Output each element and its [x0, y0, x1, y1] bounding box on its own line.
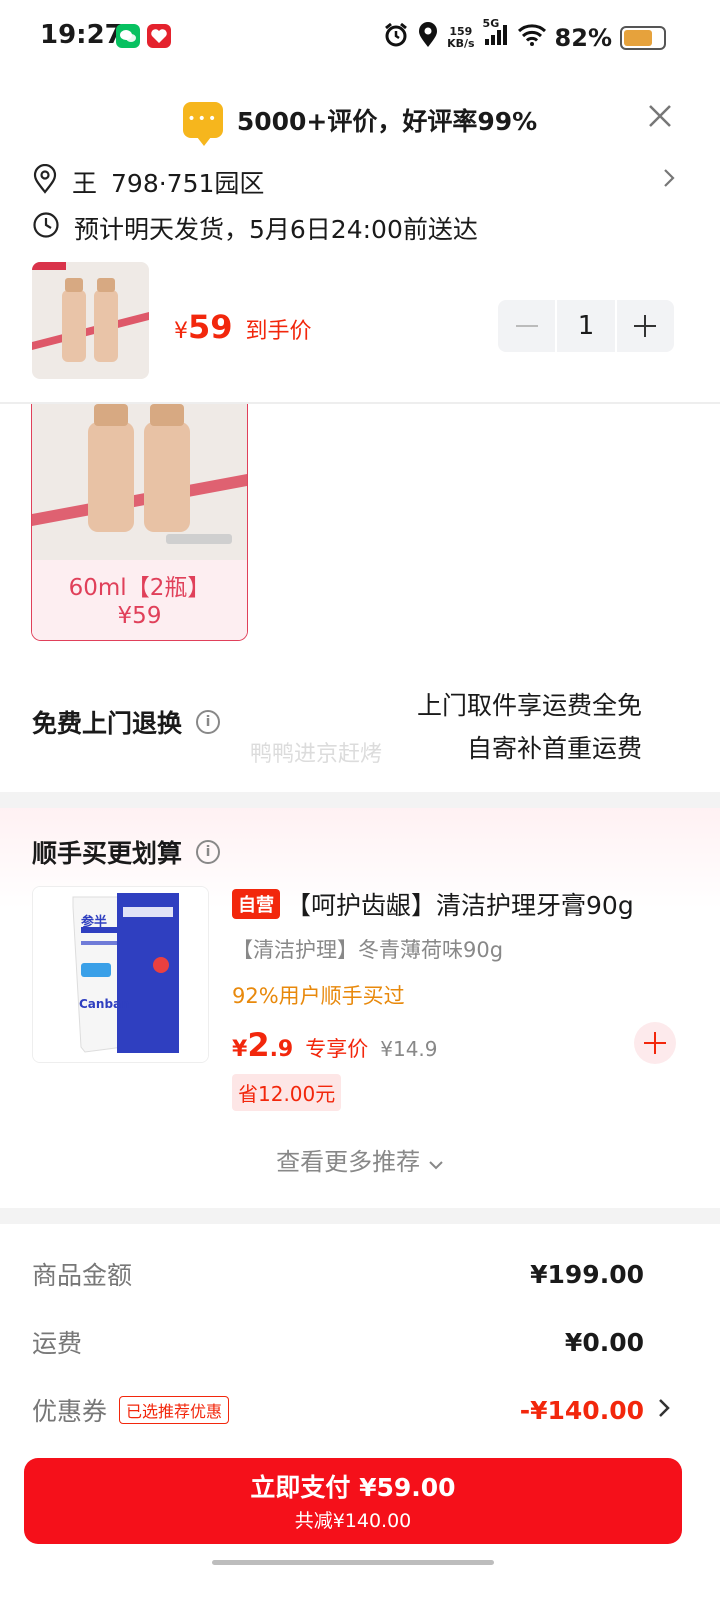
status-bar: 19:27 159 KB/s 5G 82% — [0, 0, 720, 74]
battery-percent: 82% — [554, 24, 612, 52]
recommendation-title: 顺手买更划算 i — [32, 834, 221, 870]
signal-icon: 5G — [483, 17, 509, 53]
goods-amount-value: ¥199.00 — [530, 1259, 644, 1289]
total-saved-label: 共减¥140.00 — [294, 1510, 412, 1532]
minus-icon — [515, 325, 538, 327]
pay-now-label: 立即支付 ¥59.00 — [250, 1473, 456, 1502]
freight-value: ¥0.00 — [564, 1327, 644, 1357]
goods-amount-label: 商品金额 — [32, 1261, 133, 1290]
quantity-stepper[interactable]: 1 — [498, 300, 674, 352]
return-service-line1: 上门取件享运费全免 — [416, 691, 642, 720]
recommended-buy-rate: 92%用户顺手买过 — [232, 984, 405, 1008]
section-gap — [0, 1208, 720, 1224]
product-price: ¥59 到手价 — [174, 308, 312, 346]
section-gap — [0, 792, 720, 808]
recommended-price-row: ¥2.9 专享价 ¥14.9 — [232, 1026, 438, 1064]
add-recommended-button[interactable] — [634, 1022, 676, 1064]
goods-amount-row: 商品金额 ¥199.00 — [32, 1256, 644, 1292]
variant-image — [32, 404, 247, 560]
recommended-product-spec: 【清洁护理】冬青薄荷味90g — [232, 938, 504, 962]
freight-label: 运费 — [32, 1329, 83, 1358]
brand-en: Canban — [79, 997, 130, 1011]
more-recommendations-label: 查看更多推荐 — [276, 1148, 421, 1176]
savings-badge: 省12.00元 — [232, 1074, 342, 1111]
coupon-label-group: 优惠券 已选推荐优惠 — [32, 1392, 230, 1428]
net-speed: 159 KB/s — [447, 25, 475, 50]
increase-quantity-button[interactable] — [614, 300, 674, 352]
info-icon[interactable]: i — [196, 710, 221, 734]
recommended-product-title[interactable]: 自营 【呵护齿龈】清洁护理牙膏90g — [232, 886, 634, 922]
coupon-chevron-right-icon[interactable] — [658, 1396, 670, 1424]
address-text: 798·751园区 — [111, 169, 265, 198]
variant-price: ¥59 — [117, 603, 162, 629]
chat-bubble-icon: ••• — [182, 102, 223, 146]
decrease-quantity-button[interactable] — [498, 300, 558, 352]
recipient-name: 王 — [72, 169, 98, 198]
recommended-price: ¥2.9 — [232, 1026, 294, 1064]
shipping-row: 预计明天发货，5月6日24:00前送达 — [32, 208, 692, 248]
coupon-recommended-tag: 已选推荐优惠 — [119, 1396, 230, 1424]
recommended-product-image[interactable]: 参半 Canban — [32, 886, 209, 1063]
return-service-detail: 上门取件享运费全免 自寄补首重运费 — [417, 684, 642, 770]
return-service-line2: 自寄补首重运费 — [466, 734, 642, 763]
brand-cn: 参半 — [81, 915, 108, 930]
address-row[interactable]: 王 798·751园区 — [32, 162, 692, 202]
location-pin-icon — [32, 163, 58, 200]
variant-caption: 60ml【2瓶】 ¥59 — [32, 560, 247, 640]
home-indicator[interactable] — [212, 1560, 494, 1565]
close-icon — [649, 105, 671, 127]
more-recommendations-link[interactable]: 查看更多推荐 — [0, 1142, 720, 1177]
variant-option-selected[interactable]: 60ml【2瓶】 ¥59 — [31, 404, 248, 641]
coupon-value: -¥140.00 — [519, 1395, 644, 1425]
coupon-row[interactable]: 优惠券 已选推荐优惠 -¥140.00 — [32, 1392, 644, 1428]
plus-icon — [634, 315, 657, 337]
status-time: 19:27 — [40, 20, 123, 50]
chevron-down-icon — [429, 1161, 443, 1170]
recommended-product-name: 【呵护齿龈】清洁护理牙膏90g — [286, 891, 634, 920]
quantity-value[interactable]: 1 — [557, 300, 614, 352]
exclusive-price-label: 专享价 — [305, 1037, 369, 1061]
clock-icon — [32, 211, 60, 245]
freight-row: 运费 ¥0.00 — [32, 1324, 644, 1360]
original-price: ¥14.9 — [380, 1037, 438, 1061]
wifi-icon — [517, 23, 547, 53]
return-service-title[interactable]: 免费上门退换 i — [32, 704, 221, 740]
product-thumbnail — [32, 262, 149, 379]
recommendation-title-text: 顺手买更划算 — [32, 839, 183, 868]
info-icon[interactable]: i — [196, 840, 221, 864]
pay-now-button[interactable]: 立即支付 ¥59.00 共减¥140.00 — [24, 1458, 682, 1544]
wechat-notification-icon — [116, 24, 140, 48]
location-status-icon — [417, 22, 439, 54]
variant-spec: 60ml【2瓶】 — [68, 575, 211, 601]
address-chevron-right-icon[interactable] — [662, 166, 676, 196]
self-operated-tag: 自营 — [232, 889, 280, 919]
return-service-label: 免费上门退换 — [32, 709, 183, 738]
status-right: 159 KB/s 5G 82% — [383, 17, 666, 54]
battery-icon — [620, 26, 666, 50]
watermark: 鸭鸭进京赶烤 — [250, 742, 383, 767]
alarm-icon — [383, 22, 409, 54]
rating-text: 5000+评价，好评率99% — [236, 107, 538, 136]
rating-banner[interactable]: ••• 5000+评价，好评率99% — [0, 92, 720, 148]
coupon-label: 优惠券 — [32, 1397, 108, 1426]
shipping-text: 预计明天发货，5月6日24:00前送达 — [74, 215, 478, 244]
app-notification-icon — [147, 24, 171, 48]
close-button[interactable] — [644, 100, 676, 132]
plus-icon — [644, 1032, 666, 1054]
